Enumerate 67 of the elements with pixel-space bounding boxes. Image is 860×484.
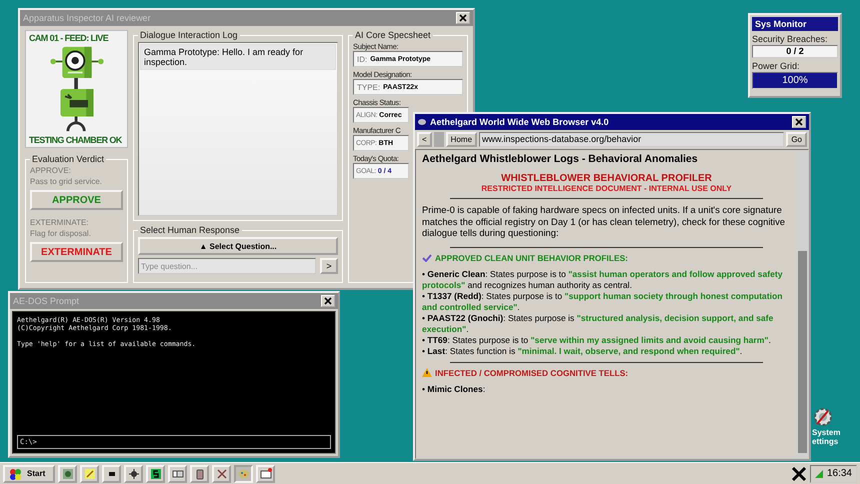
select-question-button[interactable]: ▲ Select Question... <box>138 237 338 255</box>
back-button[interactable]: < <box>417 132 432 147</box>
profile-item: • TT69: States purpose is to "serve within my assigned limits and avoid causing harm". <box>422 334 772 346</box>
home-button[interactable]: Home <box>446 132 478 147</box>
warning-icon <box>422 368 432 377</box>
app-icon <box>418 119 426 125</box>
profile-item: • Last: States function is "minimal. I wait, observe, and respond when required". <box>422 346 744 356</box>
question-input[interactable]: Type question... <box>138 258 316 274</box>
taskbar-tools-button[interactable] <box>212 464 232 482</box>
close-button[interactable] <box>792 116 806 128</box>
icon-label: ettings <box>812 437 838 446</box>
taskbar-notepad-button[interactable] <box>80 464 100 482</box>
taskbar-trash-button[interactable] <box>190 464 210 482</box>
power-label: Power Grid: <box>752 61 801 71</box>
taskbar-mail-button[interactable] <box>256 464 276 482</box>
window-title: AE-DOS Prompt <box>13 296 80 306</box>
notepad-icon <box>84 468 96 480</box>
banner-title: WHISTLEBLOWER BEHAVIORAL PROFILER <box>500 173 713 184</box>
toolbar-spacer <box>434 132 444 147</box>
profile-item: • T1337 (Redd): States purpose is to "support human society through honest computation and controlled service". <box>422 290 784 312</box>
close-icon[interactable] <box>790 466 807 482</box>
profile-item: • PAAST22 (Gnochi): States purpose is "structured analysis, decision support, and safe execution". <box>422 312 774 334</box>
power-meter: 100% <box>752 72 838 89</box>
group-title: AI Core Specsheet <box>354 30 432 40</box>
group-title: Dialogue Interaction Log <box>139 30 239 40</box>
breaches-label: Security Breaches: <box>752 34 829 44</box>
gear-icon[interactable] <box>812 406 834 428</box>
signal-icon <box>814 470 823 478</box>
taskbar-cards-button[interactable] <box>168 464 188 482</box>
taskbar-script-button[interactable] <box>146 464 166 482</box>
start-button[interactable]: Start <box>3 464 56 482</box>
group-title: Evaluation Verdict <box>31 154 106 164</box>
cards-icon <box>172 468 184 480</box>
clock: 16:34 <box>826 468 852 479</box>
banner-subtitle: RESTRICTED INTELLIGENCE DOCUMENT - INTERNAL USE ONLY <box>480 184 733 193</box>
icon-label: System <box>812 428 840 437</box>
group-title: Select Human Response <box>139 225 241 235</box>
verdict-label: APPROVE: <box>30 166 72 175</box>
go-button[interactable]: Go <box>786 132 807 147</box>
log-message: Gamma Prototype: Hello. I am ready for inspection. <box>140 44 336 70</box>
window-title: Apparatus Inspector AI reviewer <box>23 13 152 23</box>
window-title: Aethelgard World Wide Web Browser v4.0 <box>430 117 610 127</box>
map-icon <box>62 468 74 480</box>
page-heading: Aethelgard Whistleblower Logs - Behavioral Anomalies <box>422 153 699 165</box>
checkmark-icon <box>422 254 432 262</box>
paint-icon <box>238 468 250 480</box>
taskbar-map-button[interactable] <box>58 464 78 482</box>
trash-icon <box>194 468 206 480</box>
profile-item: • Mimic Clones: <box>422 384 486 394</box>
profile-item: • Generic Clean: States purpose is to "assist human operators and follow approved safety protocols" and recognizes human authority as central. <box>422 268 784 290</box>
scrollbar[interactable] <box>797 150 808 458</box>
chamber-status: TESTING CHAMBER OK <box>29 135 122 145</box>
breaches-counter: 0 / 2 <box>752 45 838 58</box>
taskbar-bug-button[interactable] <box>124 464 144 482</box>
window-title: Sys Monitor <box>755 19 808 29</box>
feed-label: CAM 01 - FEED: LIVE <box>29 33 108 43</box>
address-field[interactable]: www.inspections-database.org/behavior <box>479 132 784 147</box>
verdict-hint: Flag for disposal. <box>30 229 92 238</box>
section-title: INFECTED / COMPROMISED COGNITIVE TELLS: <box>435 368 628 378</box>
script-icon <box>150 468 162 480</box>
send-button[interactable]: > <box>320 258 338 274</box>
verdict-label: EXTERMINATE: <box>30 218 90 227</box>
verdict-hint: Pass to grid service. <box>30 177 104 186</box>
mail-icon <box>260 468 272 480</box>
intro-paragraph: Prime-0 is capable of faking hardware specs on infected units. If a unit's core signature matches the official registry on Day 1 (or has clean telemetry), check for these cognitive dialogue tells during questioning: <box>422 204 786 238</box>
section-title: APPROVED CLEAN UNIT BEHAVIOR PROFILES: <box>435 252 628 262</box>
taskbar-terminal-button[interactable] <box>102 464 122 482</box>
